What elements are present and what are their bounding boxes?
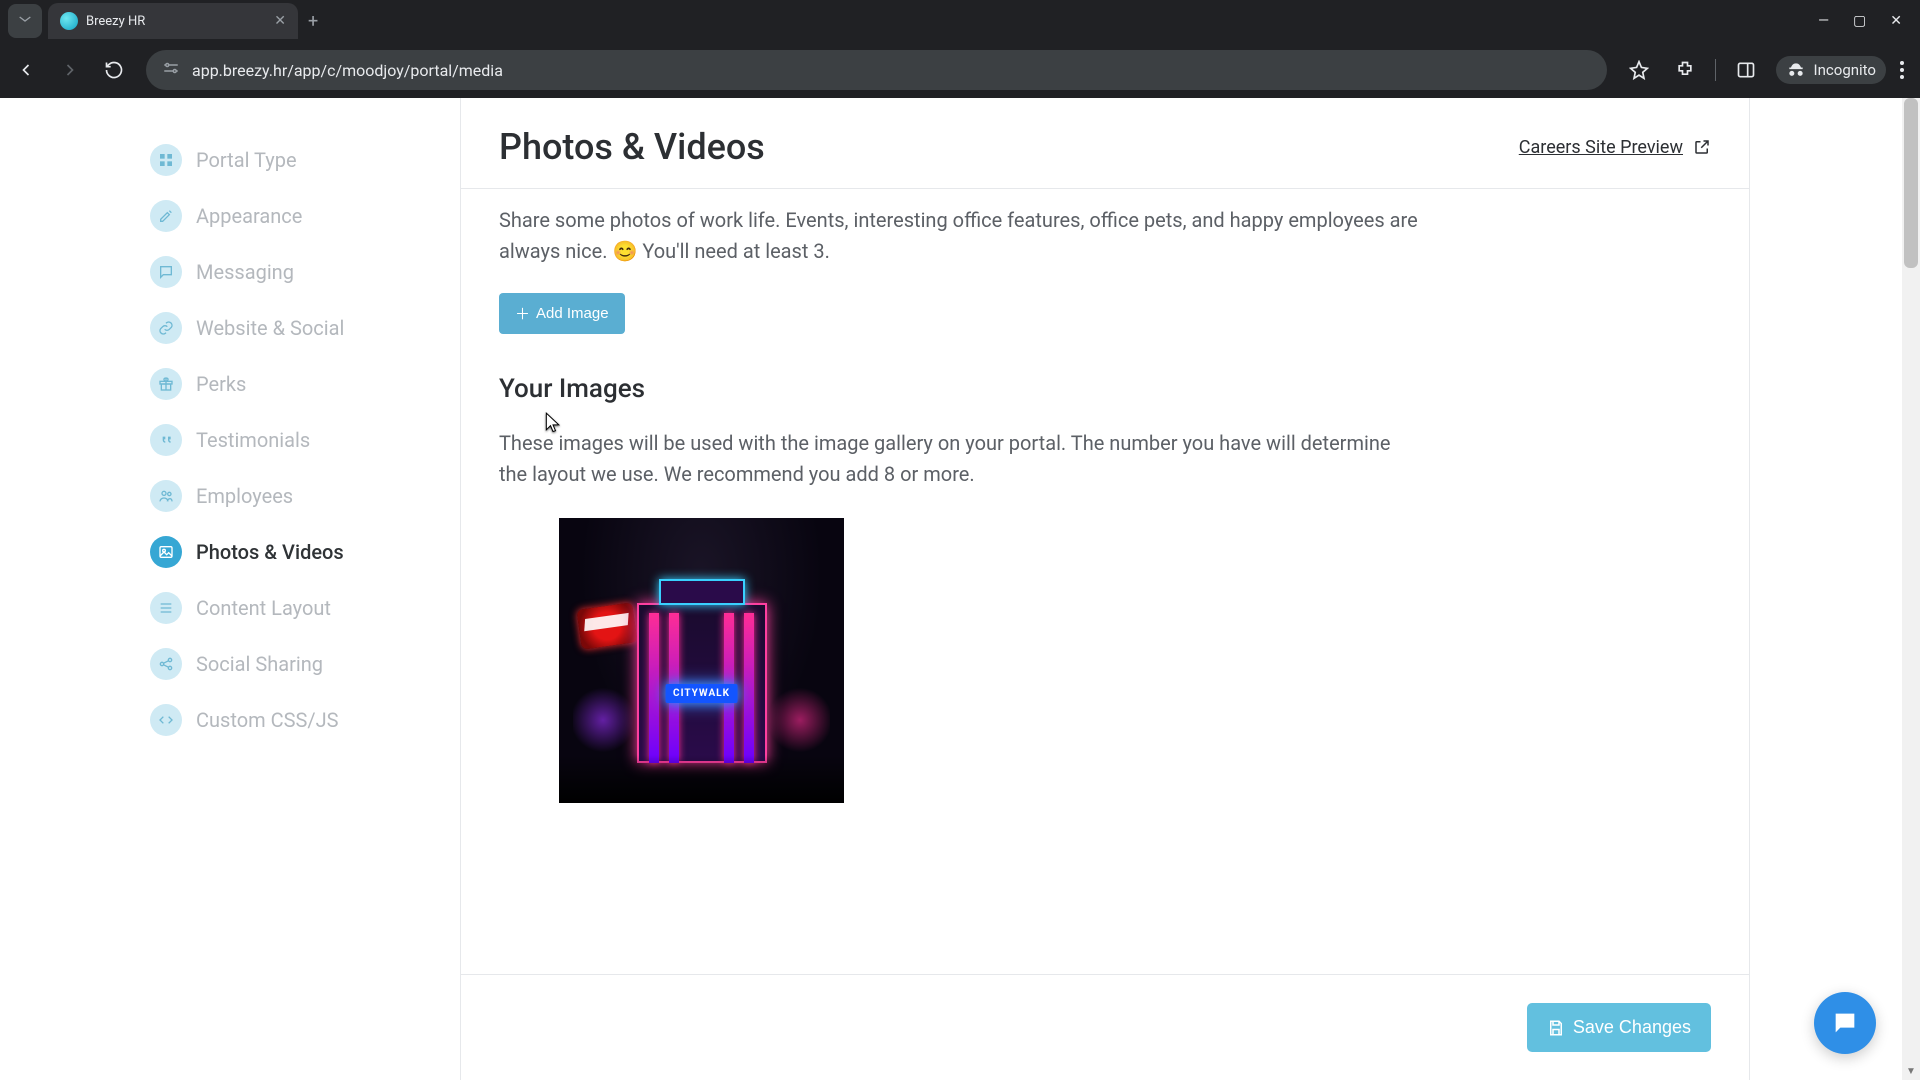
preview-link-label: Careers Site Preview — [1519, 137, 1683, 158]
content-scroll-area[interactable]: Add an Image Share some photos of work l… — [461, 188, 1749, 975]
sidebar-item-portal-type[interactable]: Portal Type — [150, 132, 460, 188]
layout-icon — [150, 592, 182, 624]
minimize-button[interactable]: — — [1818, 13, 1829, 29]
save-icon — [1547, 1019, 1565, 1037]
sidebar-item-label: Employees — [196, 484, 293, 508]
sidebar-item-label: Appearance — [196, 204, 302, 228]
incognito-label: Incognito — [1814, 61, 1876, 79]
sidebar-item-employees[interactable]: Employees — [150, 468, 460, 524]
sidebar-item-website-social[interactable]: Website & Social — [150, 300, 460, 356]
sidebar-item-label: Content Layout — [196, 596, 331, 620]
forward-button[interactable] — [54, 54, 86, 86]
tab-favicon-icon — [60, 12, 78, 30]
save-button-label: Save Changes — [1573, 1017, 1691, 1038]
scrollbar-thumb[interactable] — [1904, 98, 1918, 268]
sidebar-item-appearance[interactable]: Appearance — [150, 188, 460, 244]
url-text: app.breezy.hr/app/c/moodjoy/portal/media — [192, 61, 503, 80]
neon-sign-text: CITYWALK — [665, 684, 738, 703]
sidebar-item-label: Portal Type — [196, 148, 297, 172]
code-icon — [150, 704, 182, 736]
tab-close-icon[interactable]: ✕ — [274, 13, 286, 29]
browser-menu-button[interactable] — [1900, 61, 1904, 79]
external-link-icon — [1693, 138, 1711, 156]
image-icon — [150, 536, 182, 568]
sidebar-item-messaging[interactable]: Messaging — [150, 244, 460, 300]
incognito-indicator[interactable]: Incognito — [1776, 56, 1886, 84]
your-images-heading: Your Images — [499, 374, 1711, 404]
careers-preview-link[interactable]: Careers Site Preview — [1519, 137, 1711, 158]
your-images-section: Your Images These images will be used wi… — [499, 374, 1711, 803]
sidebar-item-content-layout[interactable]: Content Layout — [150, 580, 460, 636]
sidebar-item-label: Photos & Videos — [196, 540, 344, 564]
chat-icon — [1831, 1009, 1859, 1037]
share-icon — [150, 648, 182, 680]
incognito-icon — [1786, 60, 1806, 80]
sidebar-item-custom-css-js[interactable]: Custom CSS/JS — [150, 692, 460, 748]
main-column: Photos & Videos Careers Site Preview Add… — [460, 98, 1750, 1080]
page-title: Photos & Videos — [499, 126, 765, 168]
scrollbar-down-arrow-icon[interactable]: ▼ — [1902, 1062, 1920, 1080]
maximize-button[interactable]: ▢ — [1853, 13, 1866, 29]
new-tab-button[interactable]: + — [308, 11, 318, 32]
sidebar-item-perks[interactable]: Perks — [150, 356, 460, 412]
sidebar-item-label: Testimonials — [196, 428, 310, 452]
chat-widget-button[interactable] — [1814, 992, 1876, 1054]
image-thumbnail[interactable]: CITYWALK — [559, 518, 844, 803]
browser-toolbar: app.breezy.hr/app/c/moodjoy/portal/media… — [0, 42, 1920, 98]
users-icon — [150, 480, 182, 512]
your-images-description: These images will be used with the image… — [499, 428, 1419, 490]
main-header: Photos & Videos Careers Site Preview — [461, 98, 1749, 188]
page-scrollbar[interactable]: ▼ — [1902, 98, 1920, 1080]
sidebar-item-photos-videos[interactable]: Photos & Videos — [150, 524, 460, 580]
gift-icon — [150, 368, 182, 400]
bookmark-icon[interactable] — [1623, 54, 1655, 86]
close-window-button[interactable]: ✕ — [1890, 13, 1902, 29]
window-controls: — ▢ ✕ — [1818, 13, 1920, 29]
link-icon — [150, 312, 182, 344]
sidebar-item-label: Custom CSS/JS — [196, 708, 339, 732]
add-image-section: Add an Image Share some photos of work l… — [499, 188, 1711, 334]
save-changes-button[interactable]: Save Changes — [1527, 1003, 1711, 1052]
tab-search-button[interactable] — [8, 4, 42, 38]
tab-strip: Breezy HR ✕ + — ▢ ✕ — [0, 0, 1920, 42]
sidebar-item-label: Perks — [196, 372, 246, 396]
message-icon — [150, 256, 182, 288]
sidepanel-icon[interactable] — [1730, 54, 1762, 86]
extensions-icon[interactable] — [1669, 54, 1701, 86]
sidebar-item-label: Website & Social — [196, 316, 344, 340]
sidebar: Portal Type Appearance Messaging Website & … — [150, 98, 460, 1080]
sidebar-item-social-sharing[interactable]: Social Sharing — [150, 636, 460, 692]
tab-title: Breezy HR — [86, 14, 266, 29]
sidebar-item-label: Social Sharing — [196, 652, 323, 676]
footer-bar: Save Changes — [461, 975, 1749, 1080]
quote-icon — [150, 424, 182, 456]
brush-icon — [150, 200, 182, 232]
address-bar[interactable]: app.breezy.hr/app/c/moodjoy/portal/media — [146, 50, 1607, 90]
add-image-button[interactable]: ＋ Add Image — [499, 293, 625, 334]
sidebar-item-label: Messaging — [196, 260, 294, 284]
plus-icon: ＋ — [515, 303, 530, 324]
site-settings-icon[interactable] — [162, 59, 180, 81]
browser-chrome: Breezy HR ✕ + — ▢ ✕ app.breezy.hr/app/c/… — [0, 0, 1920, 98]
thumbnail-content: CITYWALK — [559, 518, 844, 803]
sidebar-item-testimonials[interactable]: Testimonials — [150, 412, 460, 468]
image-gallery: CITYWALK — [499, 518, 1711, 803]
browser-tab[interactable]: Breezy HR ✕ — [48, 3, 298, 39]
reload-button[interactable] — [98, 54, 130, 86]
grid-icon — [150, 144, 182, 176]
app-page: Portal Type Appearance Messaging Website & … — [0, 98, 1920, 1080]
add-image-description: Share some photos of work life. Events, … — [499, 205, 1419, 267]
back-button[interactable] — [10, 54, 42, 86]
add-image-button-label: Add Image — [536, 305, 609, 322]
